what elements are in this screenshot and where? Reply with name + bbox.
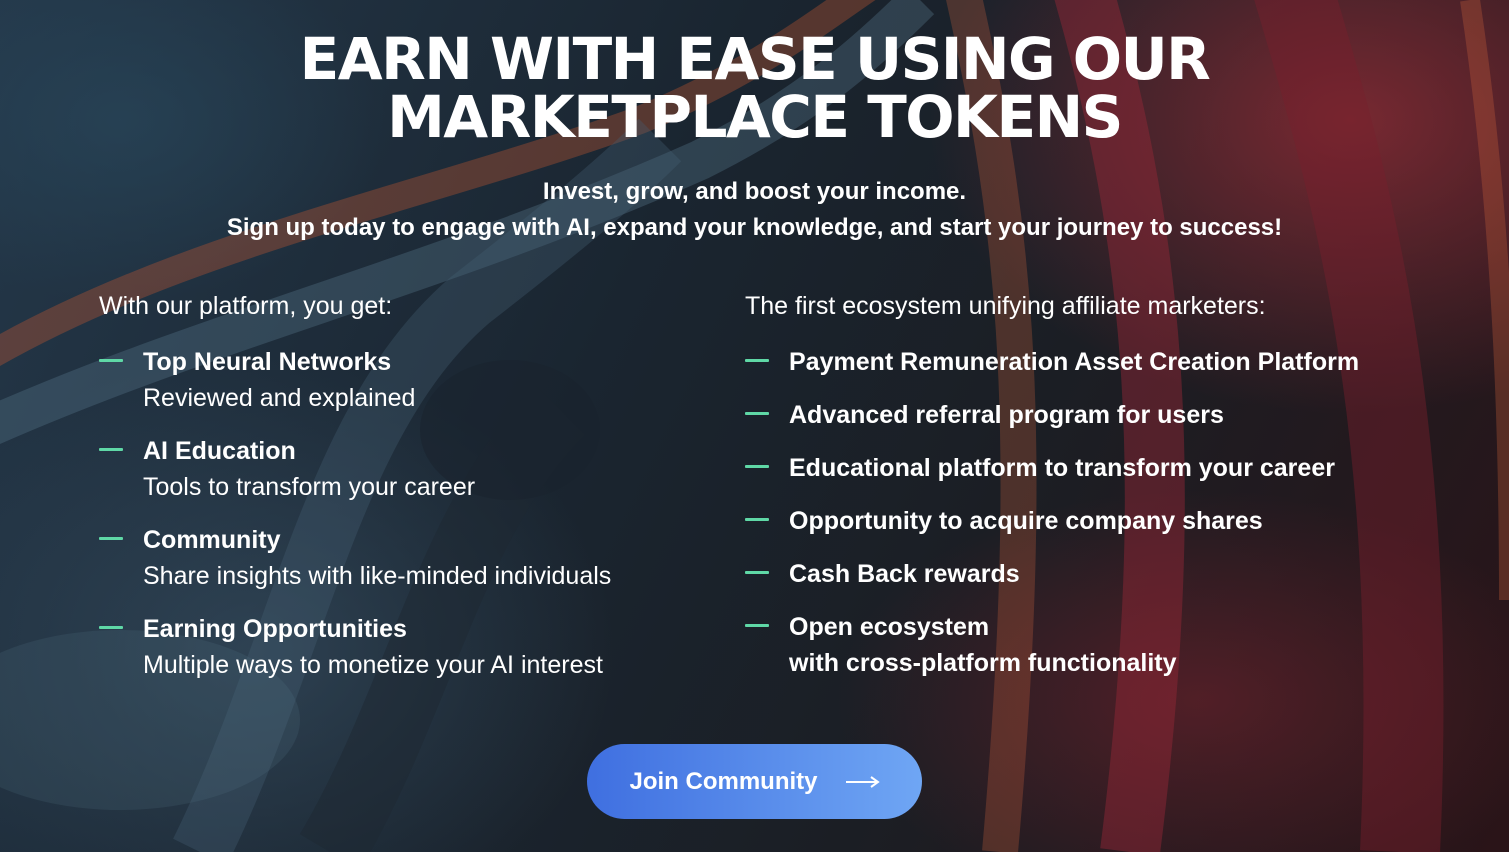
feature-title: Top Neural Networks bbox=[143, 348, 392, 376]
feature-description: Tools to transform your career bbox=[143, 473, 476, 501]
ecosystem-item: Educational platform to transform your c… bbox=[745, 450, 1445, 486]
join-community-label: Join Community bbox=[629, 767, 818, 795]
feature-title: AI Education bbox=[143, 437, 296, 465]
dash-bullet-icon bbox=[745, 412, 769, 415]
dash-bullet-icon bbox=[99, 537, 123, 540]
ecosystem-item: Advanced referral program for users bbox=[745, 397, 1445, 433]
dash-bullet-icon bbox=[99, 359, 123, 362]
dash-bullet-icon bbox=[745, 359, 769, 362]
feature-item-neural-networks: Top Neural Networks Reviewed and explain… bbox=[99, 344, 719, 416]
feature-description: Multiple ways to monetize your AI intere… bbox=[143, 651, 603, 679]
dash-bullet-icon bbox=[99, 448, 123, 451]
dash-bullet-icon bbox=[99, 626, 123, 629]
feature-item-ai-education: AI Education Tools to transform your car… bbox=[99, 433, 719, 505]
subtitle-line-1: Invest, grow, and boost your income. bbox=[542, 178, 967, 205]
page-title: EARN WITH EASE USING OUR MARKETPLACE TOK… bbox=[0, 30, 1509, 146]
dash-bullet-icon bbox=[745, 624, 769, 627]
feature-description: Reviewed and explained bbox=[143, 384, 416, 412]
ecosystem-item-title: Payment Remuneration Asset Creation Plat… bbox=[789, 348, 1360, 376]
feature-title: Community bbox=[143, 526, 281, 554]
ecosystem-item: Cash Back rewards bbox=[745, 556, 1445, 592]
feature-title: Earning Opportunities bbox=[143, 615, 407, 643]
platform-heading: With our platform, you get: bbox=[99, 292, 393, 320]
join-community-button[interactable]: Join Community bbox=[587, 744, 922, 819]
platform-benefits-column: With our platform, you get: Top Neural N… bbox=[99, 288, 719, 700]
arrow-right-icon bbox=[845, 775, 880, 789]
dash-bullet-icon bbox=[745, 465, 769, 468]
ecosystem-item-title: Advanced referral program for users bbox=[789, 401, 1224, 429]
ecosystem-column: The first ecosystem unifying affiliate m… bbox=[745, 288, 1445, 698]
title-line-1: EARN WITH EASE USING OUR bbox=[299, 25, 1211, 93]
subtitle: Invest, grow, and boost your income. Sig… bbox=[0, 174, 1509, 246]
ecosystem-item-title: Opportunity to acquire company shares bbox=[789, 507, 1263, 535]
ecosystem-item-title: Open ecosystem bbox=[789, 613, 990, 641]
subtitle-line-2: Sign up today to engage with AI, expand … bbox=[226, 214, 1283, 241]
dash-bullet-icon bbox=[745, 518, 769, 521]
ecosystem-item: Opportunity to acquire company shares bbox=[745, 503, 1445, 539]
feature-item-earning-opportunities: Earning Opportunities Multiple ways to m… bbox=[99, 611, 719, 683]
ecosystem-heading: The first ecosystem unifying affiliate m… bbox=[745, 292, 1266, 320]
ecosystem-item-title: Cash Back rewards bbox=[789, 560, 1020, 588]
ecosystem-item-title: Educational platform to transform your c… bbox=[789, 454, 1335, 482]
ecosystem-item-title-line2: with cross-platform functionality bbox=[789, 649, 1177, 677]
dash-bullet-icon bbox=[745, 571, 769, 574]
title-line-2: MARKETPLACE TOKENS bbox=[387, 83, 1123, 151]
ecosystem-item: Payment Remuneration Asset Creation Plat… bbox=[745, 344, 1445, 380]
feature-description: Share insights with like-minded individu… bbox=[143, 562, 612, 590]
ecosystem-item: Open ecosystem with cross-platform funct… bbox=[745, 609, 1445, 681]
feature-item-community: Community Share insights with like-minde… bbox=[99, 522, 719, 594]
